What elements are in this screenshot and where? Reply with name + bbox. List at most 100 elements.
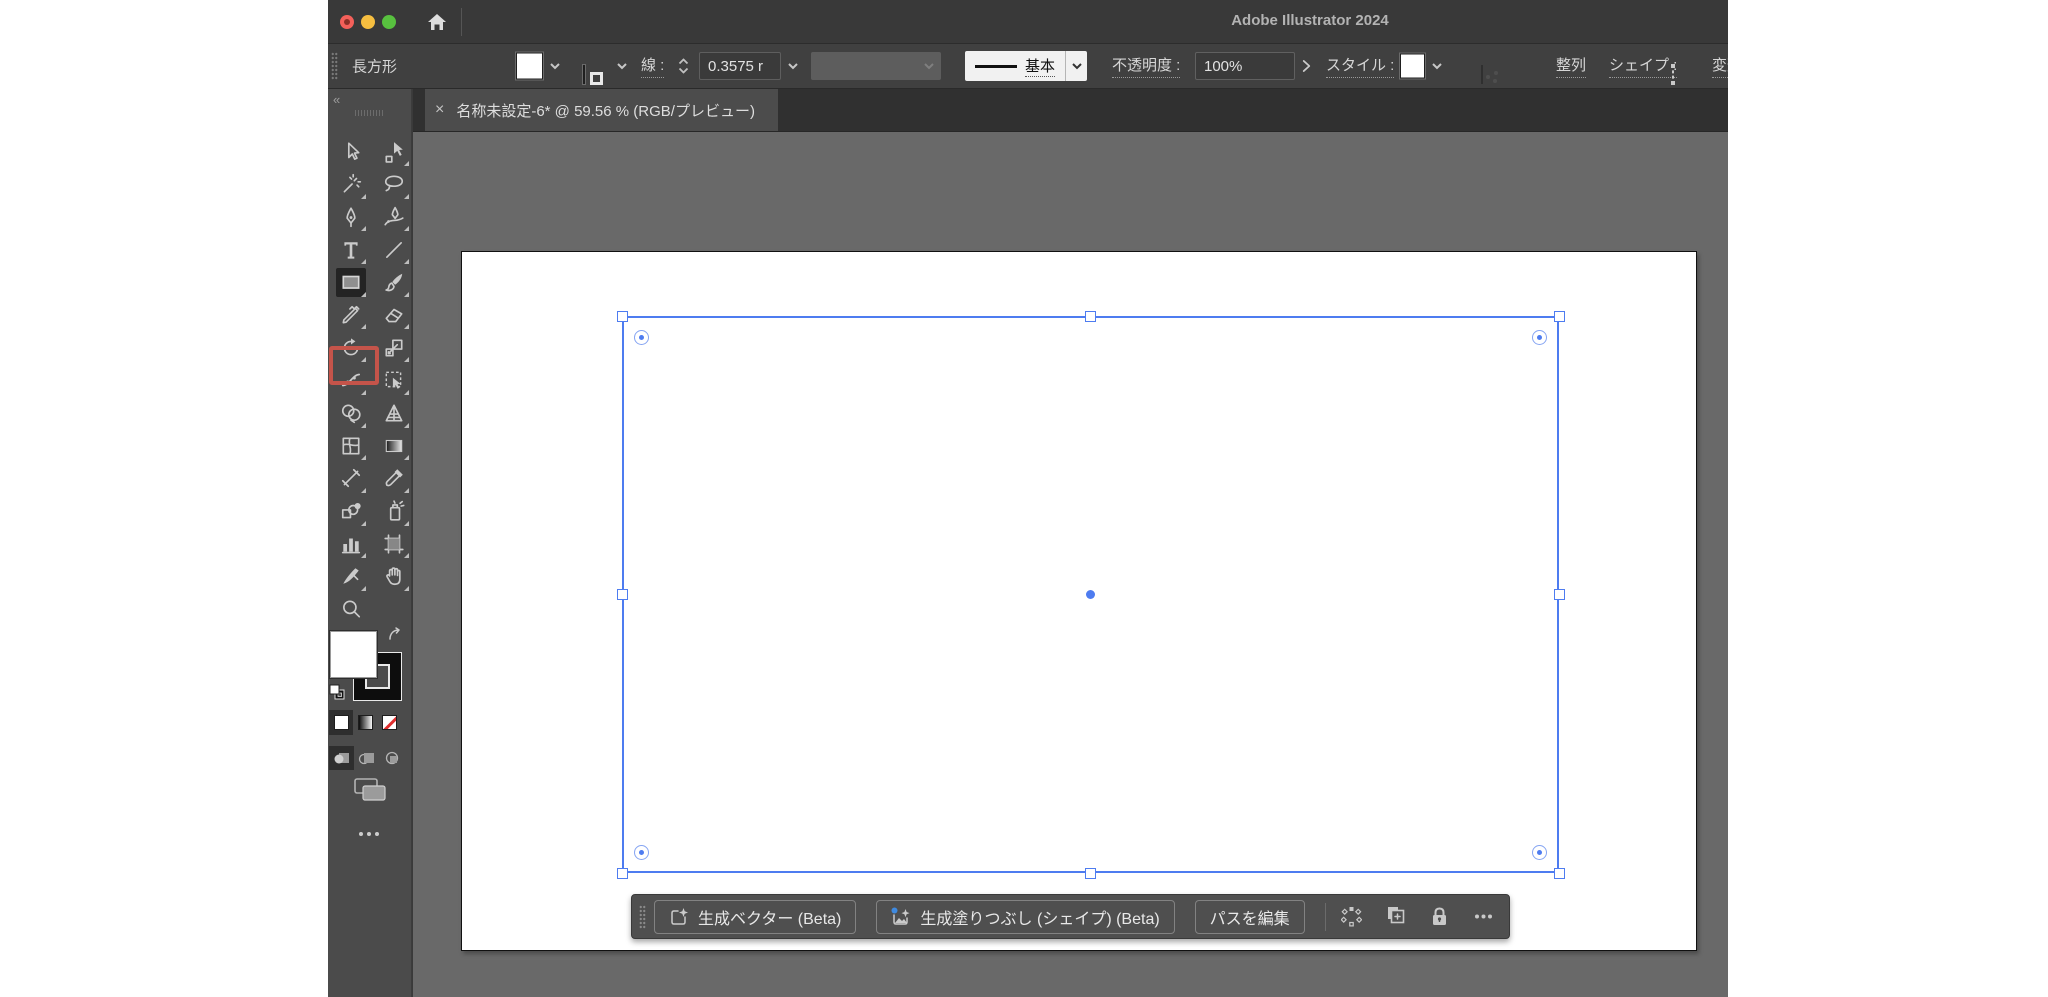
stroke-weight-stepper[interactable] <box>678 59 689 74</box>
selection-handle-mid-right[interactable] <box>1554 589 1565 600</box>
swap-fill-stroke-icon[interactable] <box>387 627 405 643</box>
close-window-button[interactable] <box>340 15 354 29</box>
taskbar-grip[interactable] <box>639 905 646 929</box>
pen-tool[interactable] <box>336 202 366 231</box>
selection-handle-top-left[interactable] <box>617 311 628 322</box>
gradient-button[interactable] <box>353 710 377 735</box>
line-segment-tool[interactable] <box>379 235 409 264</box>
draw-inside-button[interactable] <box>379 746 404 770</box>
panel-drag-grip[interactable] <box>355 110 385 116</box>
generate-fill-icon <box>891 907 911 927</box>
paintbrush-tool[interactable] <box>379 268 409 297</box>
none-button[interactable] <box>377 710 401 735</box>
live-corner-widget-top-right[interactable] <box>1532 330 1547 345</box>
opacity-input[interactable]: 100% <box>1195 52 1295 80</box>
global-edit-icon[interactable] <box>1340 905 1364 929</box>
curvature-tool[interactable] <box>379 202 409 231</box>
stepper-down-icon[interactable] <box>678 68 689 74</box>
draw-behind-button[interactable] <box>354 746 379 770</box>
eraser-tool[interactable] <box>379 300 409 329</box>
stroke-color-swatch[interactable] <box>583 65 585 84</box>
panel-collapse-icon[interactable]: « <box>333 92 339 107</box>
generate-fill-button[interactable]: 生成塗りつぶし (シェイプ) (Beta) <box>876 900 1174 934</box>
live-corner-widget-bottom-right[interactable] <box>1532 845 1547 860</box>
direct-selection-tool[interactable] <box>379 137 409 166</box>
blend-tool[interactable] <box>336 497 366 526</box>
stroke-weight-chevron-icon[interactable] <box>787 62 799 70</box>
selection-handle-top-right[interactable] <box>1554 311 1565 322</box>
selection-handle-mid-left[interactable] <box>617 589 628 600</box>
more-options-icon[interactable] <box>1472 905 1496 929</box>
live-corner-widget-bottom-left[interactable] <box>634 845 649 860</box>
shape-widget-icon[interactable] <box>1672 65 1674 84</box>
lock-icon[interactable] <box>1428 905 1452 929</box>
transform-label[interactable]: 変形 <box>1712 54 1728 78</box>
free-transform-tool[interactable] <box>379 366 409 395</box>
edit-path-button[interactable]: パスを編集 <box>1195 900 1305 934</box>
artboard-tool[interactable] <box>379 529 409 558</box>
gradient-tool[interactable] <box>379 431 409 460</box>
shaper-tool[interactable] <box>336 300 366 329</box>
stroke-dropdown-chevron-icon[interactable] <box>616 62 628 70</box>
canvas-pasteboard[interactable]: 生成ベクター (Beta) 生成塗りつぶし (シェイプ) (Beta) パスを編… <box>413 131 1728 997</box>
minimize-window-button[interactable] <box>361 15 375 29</box>
fill-color-swatch[interactable] <box>516 53 543 80</box>
align-label[interactable]: 整列 <box>1556 54 1586 78</box>
shape-label[interactable]: シェイプ : <box>1609 54 1677 78</box>
lasso-tool[interactable] <box>379 170 409 199</box>
selection-handle-bottom-left[interactable] <box>617 868 628 879</box>
screen-mode-icon[interactable] <box>354 778 388 802</box>
symbol-sprayer-tool[interactable] <box>379 497 409 526</box>
document-tab[interactable]: × 名称未設定-6* @ 59.56 % (RGB/プレビュー) <box>425 89 778 131</box>
tab-close-icon[interactable]: × <box>435 101 444 119</box>
style-chevron-icon[interactable] <box>1431 62 1443 70</box>
stroke-weight-label[interactable]: 線 : <box>641 54 664 78</box>
selection-center-point[interactable] <box>1086 590 1095 599</box>
style-swatch[interactable] <box>1400 54 1425 79</box>
tool-flyout-indicator <box>361 259 366 264</box>
stroke-variant-label[interactable]: 基本 <box>1025 55 1055 77</box>
stroke-weight-input[interactable]: 0.3575 r <box>699 52 781 80</box>
style-label[interactable]: スタイル : <box>1326 54 1394 78</box>
tool-flyout-indicator <box>361 521 366 526</box>
column-graph-tool[interactable] <box>336 529 366 558</box>
rectangle-tool[interactable] <box>336 268 366 297</box>
eyedropper-tool[interactable] <box>379 464 409 493</box>
opacity-label[interactable]: 不透明度 : <box>1112 54 1180 78</box>
controlbar-grip[interactable] <box>331 52 338 80</box>
stepper-up-icon[interactable] <box>678 59 689 65</box>
home-icon[interactable] <box>426 11 448 33</box>
slice-tool[interactable] <box>336 562 366 591</box>
blend-tool-icon <box>340 500 362 522</box>
live-corner-widget-top-left[interactable] <box>634 330 649 345</box>
selection-tool[interactable] <box>336 137 366 166</box>
default-fill-stroke-icon[interactable] <box>329 684 346 701</box>
fill-proxy-swatch[interactable] <box>330 631 377 678</box>
measure-tool[interactable] <box>336 464 366 493</box>
selection-handle-bottom-mid[interactable] <box>1085 868 1096 879</box>
perspective-grid-tool[interactable] <box>379 399 409 428</box>
tool-flyout-indicator <box>404 292 409 297</box>
stroke-style-chevron-icon[interactable] <box>1071 62 1083 70</box>
scale-tool[interactable] <box>379 333 409 362</box>
fill-dropdown-chevron-icon[interactable] <box>549 62 561 70</box>
magic-wand-tool[interactable] <box>336 170 366 199</box>
draw-normal-button[interactable] <box>329 746 354 770</box>
hand-tool[interactable] <box>379 562 409 591</box>
stroke-style-button[interactable]: 基本 <box>965 51 1087 81</box>
measure-tool-icon <box>340 467 362 489</box>
color-button[interactable] <box>329 710 353 735</box>
selection-handle-top-mid[interactable] <box>1085 311 1096 322</box>
tool-flyout-indicator <box>404 194 409 199</box>
generate-vector-button[interactable]: 生成ベクター (Beta) <box>654 900 856 934</box>
mesh-tool[interactable] <box>336 431 366 460</box>
type-tool[interactable] <box>336 235 366 264</box>
opacity-expand-icon[interactable] <box>1302 59 1311 73</box>
stroke-style-chevron[interactable] <box>1065 51 1087 81</box>
zoom-tool[interactable] <box>336 595 366 624</box>
zoom-window-button[interactable] <box>382 15 396 29</box>
edit-toolbar-more-icon[interactable] <box>359 832 379 836</box>
selection-handle-bottom-right[interactable] <box>1554 868 1565 879</box>
duplicate-icon[interactable] <box>1384 905 1408 929</box>
shape-builder-tool[interactable] <box>336 399 366 428</box>
